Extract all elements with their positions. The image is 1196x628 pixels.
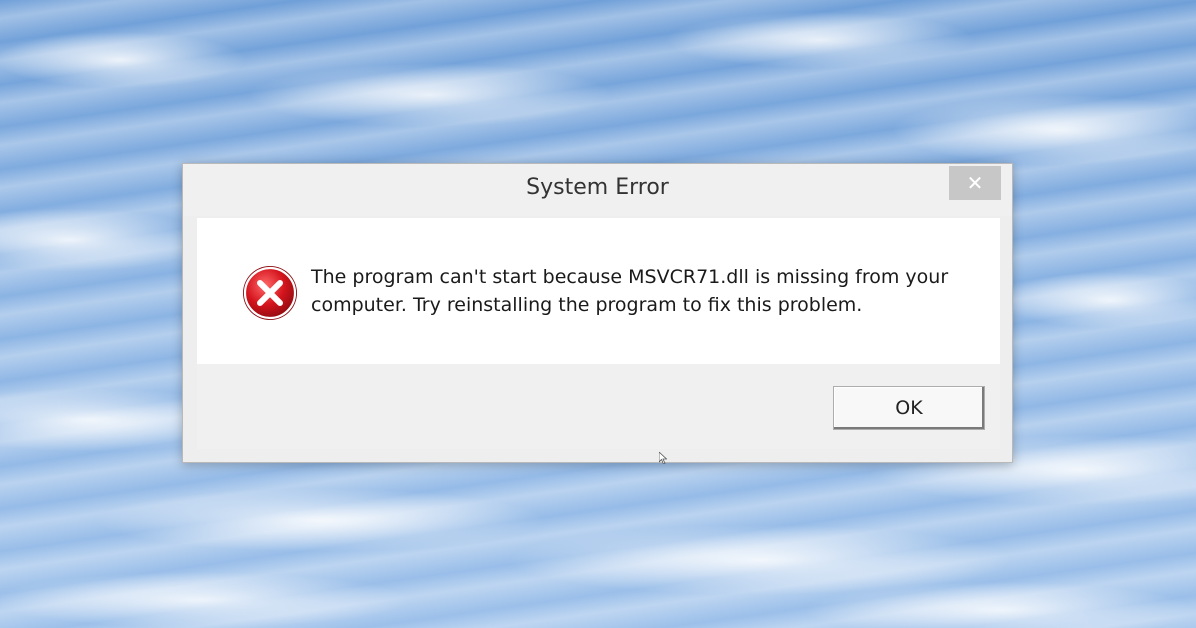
error-icon: [243, 266, 297, 320]
ok-button[interactable]: OK: [833, 386, 985, 430]
dialog-titlebar[interactable]: System Error ✕: [183, 164, 1012, 216]
error-message: The program can't start because MSVCR71.…: [311, 266, 949, 316]
dialog-title: System Error: [526, 175, 669, 200]
close-icon: ✕: [966, 171, 984, 195]
dialog-content: The program can't start because MSVCR71.…: [197, 218, 1000, 364]
dialog-footer: OK: [197, 364, 1000, 449]
mouse-cursor-icon: [659, 452, 667, 464]
desktop-background: System Error ✕ The program can't start b…: [0, 0, 1196, 628]
close-button[interactable]: ✕: [949, 166, 1001, 200]
system-error-dialog: System Error ✕ The program can't start b…: [182, 163, 1013, 464]
